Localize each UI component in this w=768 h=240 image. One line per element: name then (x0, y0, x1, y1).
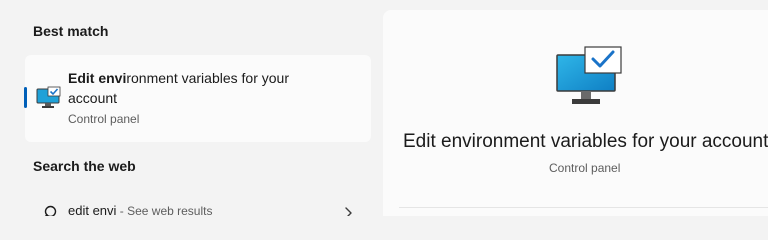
chevron-right-icon[interactable] (343, 206, 353, 216)
search-icon (44, 205, 57, 216)
search-web-heading: Search the web (33, 158, 136, 174)
web-search-query: edit envi (68, 203, 117, 216)
preview-divider (399, 207, 768, 208)
web-search-hint: - See web results (116, 204, 213, 216)
monitor-check-icon (36, 86, 61, 108)
selection-indicator (24, 87, 27, 108)
search-results-panel: Best match Edit environment variables fo… (0, 0, 768, 216)
best-match-type: Control panel (68, 112, 140, 126)
web-search-text: edit envi - See web results (68, 203, 212, 216)
web-search-result[interactable]: edit envi - See web results (25, 196, 371, 216)
best-match-name-highlight: Edit envi (68, 70, 127, 86)
best-match-name: Edit environment variables for your acco… (68, 68, 338, 108)
preview-pane (383, 10, 768, 216)
monitor-check-icon (556, 46, 622, 104)
preview-subtitle: Control panel (549, 161, 621, 175)
best-match-heading: Best match (33, 23, 109, 39)
preview-title: Edit environment variables for your acco… (403, 131, 768, 152)
